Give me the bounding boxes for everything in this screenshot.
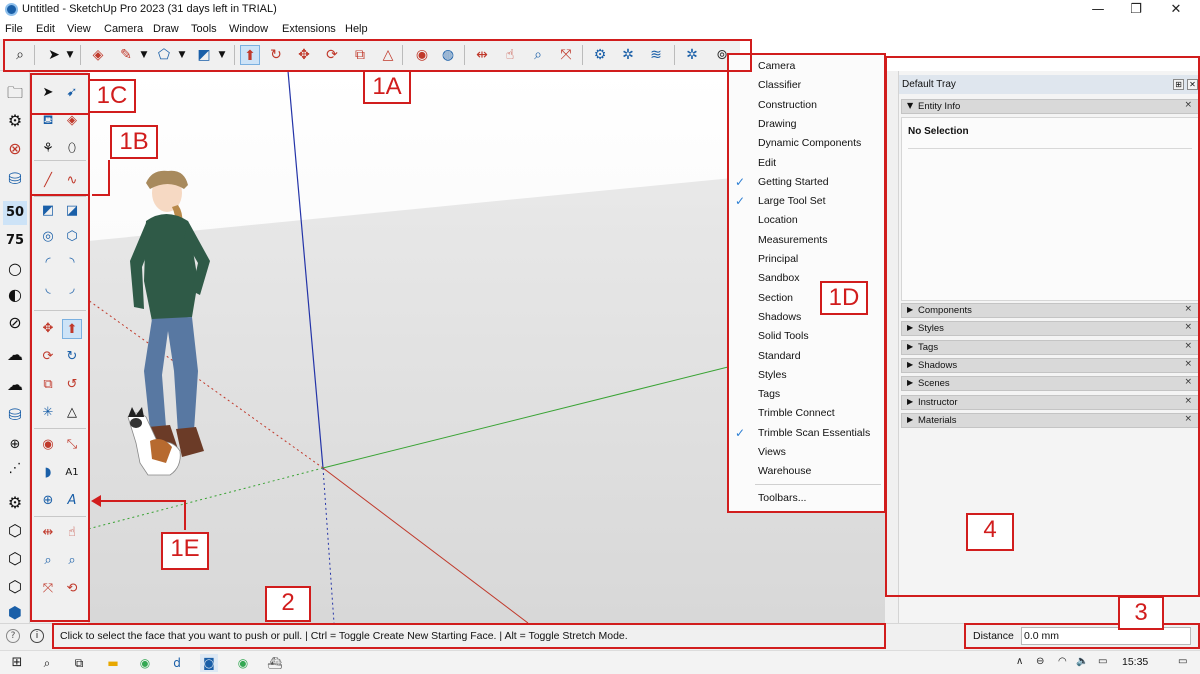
menu-draw[interactable]: Draw [153, 23, 179, 35]
annotation-label-1d: 1D [820, 281, 868, 315]
windows-taskbar: ⊞ ⌕ ⧉ ▬ ◉ d ◙ ◉ ⛴ ∧ ⊖ ◠ 🔈 ▭ 15:35 ▭ [0, 650, 1200, 674]
cloud-x-icon[interactable]: ☁ [3, 343, 27, 367]
search-icon[interactable]: ⌕ [38, 654, 56, 672]
menu-tools[interactable]: Tools [191, 23, 217, 35]
window-title: Untitled - SketchUp Pro 2023 (31 days le… [22, 3, 277, 15]
scan-50-icon[interactable]: 50 [3, 201, 27, 225]
close-circle-icon[interactable]: ⊗ [3, 137, 27, 161]
gear-icon[interactable]: ⚙ [3, 109, 27, 133]
battery-icon[interactable]: ▭ [1098, 656, 1107, 667]
hexagon-scan-icon[interactable]: ⬡ [3, 519, 27, 543]
chrome-2-icon[interactable]: ◉ [234, 654, 252, 672]
menu-camera[interactable]: Camera [104, 23, 143, 35]
close-window-button[interactable]: ✕ [1156, 1, 1196, 19]
folder-icon[interactable]: 🗀 [3, 81, 27, 105]
help-icon[interactable]: ? [6, 629, 20, 643]
outline-drop-icon[interactable]: ○ [3, 257, 27, 281]
battery-saver-icon[interactable]: ⊖ [1036, 656, 1044, 667]
menu-help[interactable]: Help [345, 23, 368, 35]
annotation-connector [92, 194, 110, 196]
menu-view[interactable]: View [67, 23, 91, 35]
annotation-label-1c: 1C [88, 79, 136, 113]
annotation-label-1e: 1E [161, 532, 209, 570]
annotation-box-3 [964, 623, 1200, 649]
annotation-label-3: 3 [1118, 596, 1164, 630]
annotation-box-4 [885, 56, 1200, 597]
line-icon[interactable]: ⋰ [3, 457, 27, 481]
sketchup-task-icon[interactable]: ◙ [200, 654, 218, 672]
menu-extensions[interactable]: Extensions [282, 23, 336, 35]
chrome-icon[interactable]: ◉ [136, 654, 154, 672]
sketchup-logo-icon [5, 3, 18, 16]
add-point-icon[interactable]: ⊕ [3, 433, 27, 457]
annotation-label-1b: 1B [110, 125, 158, 159]
minimize-button[interactable]: — [1078, 1, 1118, 19]
app-d-icon[interactable]: d [168, 654, 186, 672]
volume-icon[interactable]: 🔈 [1076, 656, 1088, 667]
task-view-icon[interactable]: ⧉ [70, 654, 88, 672]
cloud-down-icon[interactable]: ☁ [3, 373, 27, 397]
hexagon-cube-icon[interactable]: ⬢ [3, 601, 27, 625]
file-explorer-icon[interactable]: ▬ [104, 654, 122, 672]
menu-window[interactable]: Window [229, 23, 268, 35]
annotation-label-2: 2 [265, 586, 311, 622]
annotation-box-1c [30, 73, 90, 115]
chevron-up-icon[interactable]: ∧ [1016, 656, 1023, 667]
notification-icon[interactable]: ▭ [1178, 656, 1187, 667]
annotation-box-2 [52, 623, 886, 649]
gear-scan-icon[interactable]: ⚙ [3, 491, 27, 515]
annotation-connector [184, 500, 186, 530]
menu-edit[interactable]: Edit [36, 23, 55, 35]
info-icon[interactable]: i [30, 629, 44, 643]
scan-stack-icon[interactable]: ⛁ [3, 403, 27, 427]
clock[interactable]: 15:35 [1122, 656, 1148, 668]
annotation-label-1a: 1A [363, 70, 411, 104]
restore-button[interactable]: ❐ [1116, 1, 1156, 19]
wifi-icon[interactable]: ◠ [1058, 656, 1067, 667]
annotation-arrowhead-icon [91, 495, 101, 507]
annotation-arrow-line [100, 500, 186, 502]
stripes-icon[interactable]: ⊘ [3, 311, 27, 335]
contrast-icon[interactable]: ◐ [3, 283, 27, 307]
annotation-connector [108, 160, 110, 196]
scan-icon[interactable]: ⛁ [3, 167, 27, 191]
scan-75-icon[interactable]: 75 [3, 229, 27, 253]
hexagon-scan-2-icon[interactable]: ⬡ [3, 547, 27, 571]
windows-start-icon[interactable]: ⊞ [8, 654, 26, 672]
hexagon-cloud-icon[interactable]: ⬡ [3, 575, 27, 599]
scan-essentials-toolbar: 🗀 ⚙ ⊗ ⛁ 50 75 ○ ◐ ⊘ ☁ ☁ ⛁ ⊕ ⋰ ⚙ ⬡ ⬡ ⬡ ⬢ [0, 71, 30, 623]
annotation-box-1a [3, 39, 752, 72]
annotation-label-4: 4 [966, 513, 1014, 551]
app-ship-icon[interactable]: ⛴ [266, 654, 284, 672]
title-bar: Untitled - SketchUp Pro 2023 (31 days le… [0, 0, 1200, 20]
menu-file[interactable]: File [5, 23, 23, 35]
menu-bar: File Edit View Camera Draw Tools Window … [0, 20, 1200, 39]
